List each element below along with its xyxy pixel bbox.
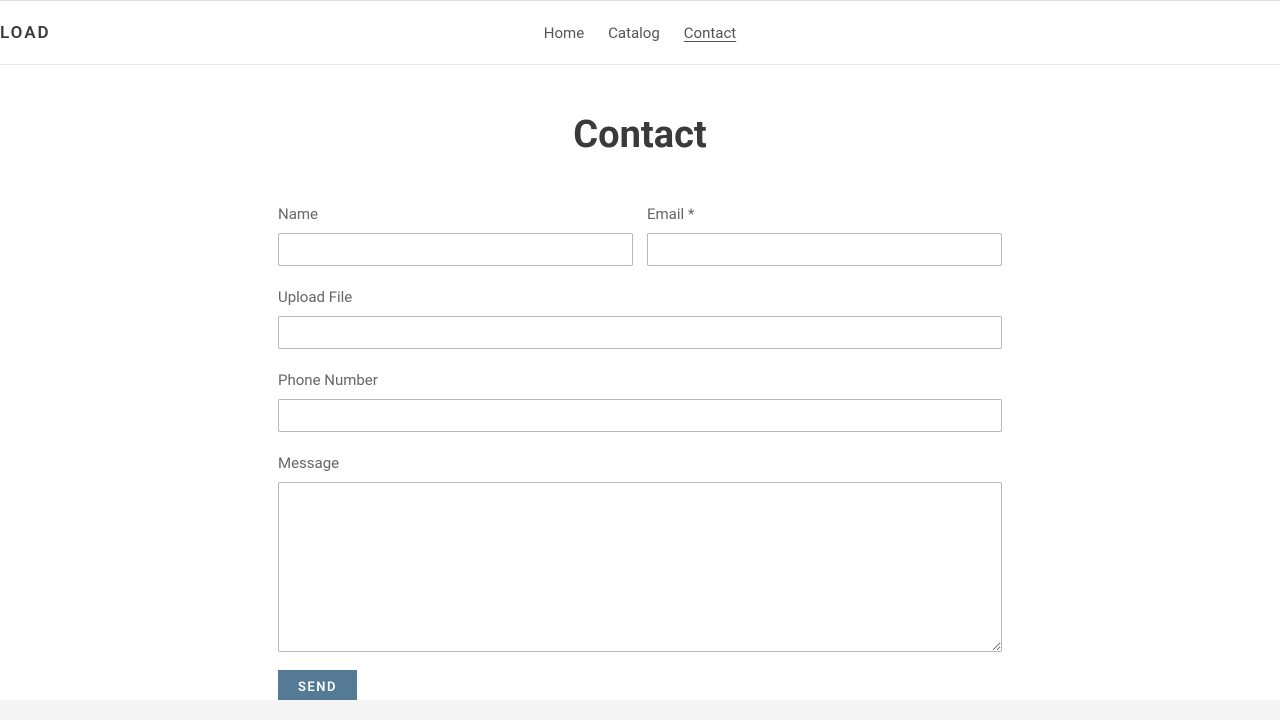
name-input[interactable] bbox=[278, 233, 633, 266]
footer-band bbox=[0, 700, 1280, 720]
upload-input[interactable] bbox=[278, 316, 1002, 349]
page-title: Contact bbox=[278, 113, 1002, 157]
message-label: Message bbox=[278, 454, 1002, 472]
name-label: Name bbox=[278, 205, 633, 223]
nav-home[interactable]: Home bbox=[544, 24, 584, 42]
form-group-message: Message bbox=[278, 454, 1002, 652]
form-row-name-email: Name Email * bbox=[278, 205, 1002, 266]
phone-input[interactable] bbox=[278, 399, 1002, 432]
form-group-phone: Phone Number bbox=[278, 371, 1002, 432]
nav-contact[interactable]: Contact bbox=[684, 24, 736, 42]
main-nav: Home Catalog Contact bbox=[544, 24, 736, 42]
form-group-email: Email * bbox=[647, 205, 1002, 266]
contact-form: Name Email * Upload File Phone Number Me… bbox=[278, 205, 1002, 705]
nav-catalog[interactable]: Catalog bbox=[608, 24, 660, 42]
site-logo[interactable]: LOAD bbox=[0, 23, 51, 43]
upload-label: Upload File bbox=[278, 288, 1002, 306]
form-group-name: Name bbox=[278, 205, 633, 266]
message-textarea[interactable] bbox=[278, 482, 1002, 652]
site-header: LOAD Home Catalog Contact bbox=[0, 1, 1280, 65]
main-content: Contact Name Email * Upload File Phone N… bbox=[0, 65, 1280, 705]
form-group-upload: Upload File bbox=[278, 288, 1002, 349]
email-input[interactable] bbox=[647, 233, 1002, 266]
email-label: Email * bbox=[647, 205, 1002, 223]
phone-label: Phone Number bbox=[278, 371, 1002, 389]
form-container: Contact Name Email * Upload File Phone N… bbox=[278, 113, 1002, 705]
